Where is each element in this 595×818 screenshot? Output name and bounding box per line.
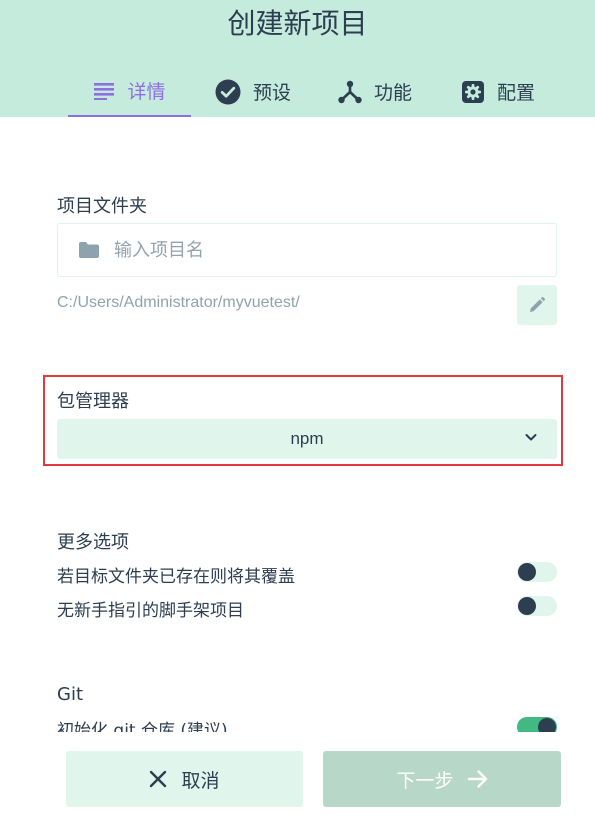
overwrite-option-label: 若目标文件夹已存在则将其覆盖: [57, 567, 295, 587]
tab-features-label: 功能: [373, 82, 412, 104]
more-options-label: 更多选项: [57, 532, 129, 553]
git-init-label: 初始化 git 仓库 (建议): [57, 721, 228, 732]
package-manager-select[interactable]: npm: [57, 419, 557, 459]
check-circle-icon: [215, 79, 241, 105]
fork-icon: [338, 80, 362, 104]
no-guide-option-label: 无新手指引的脚手架项目: [57, 601, 244, 621]
toggle-knob: [518, 563, 536, 581]
edit-path-button[interactable]: [517, 285, 557, 325]
arrow-right-icon: [467, 770, 488, 788]
folder-icon: [78, 241, 100, 259]
scroll-clip: 初始化 git 仓库 (建议): [0, 712, 595, 732]
pencil-icon: [528, 296, 546, 314]
close-icon: [149, 770, 167, 788]
package-manager-value: npm: [290, 429, 324, 448]
tab-config-label: 配置: [496, 82, 535, 104]
list-icon: [93, 82, 115, 100]
header: 创建新项目 详情 预设 功能 配置: [0, 0, 595, 117]
toggle-knob: [518, 597, 536, 615]
overwrite-toggle[interactable]: [517, 562, 557, 582]
project-path: C:/Users/Administrator/myvuetest/: [57, 294, 300, 311]
package-manager-label: 包管理器: [57, 391, 129, 412]
chevron-down-icon: [524, 430, 538, 444]
tab-details[interactable]: 详情: [68, 66, 191, 117]
no-guide-toggle[interactable]: [517, 596, 557, 616]
tab-config[interactable]: 配置: [448, 66, 548, 117]
project-name-input[interactable]: [114, 239, 514, 261]
tab-bar: 详情 预设 功能 配置: [0, 66, 595, 117]
page-title: 创建新项目: [227, 7, 368, 40]
tab-presets-label: 预设: [252, 82, 291, 104]
tab-features[interactable]: 功能: [325, 66, 425, 117]
tab-presets[interactable]: 预设: [203, 66, 303, 117]
folder-label: 项目文件夹: [57, 196, 147, 217]
project-name-field[interactable]: [57, 223, 557, 277]
git-label: Git: [57, 684, 84, 705]
gear-icon: [461, 80, 485, 104]
cancel-button[interactable]: 取消: [66, 751, 303, 807]
git-init-toggle[interactable]: [517, 717, 557, 732]
cancel-label: 取消: [181, 769, 220, 792]
next-label: 下一步: [396, 769, 454, 792]
tab-details-label: 详情: [127, 81, 166, 103]
toggle-knob: [538, 718, 556, 732]
next-button[interactable]: 下一步: [323, 751, 561, 807]
